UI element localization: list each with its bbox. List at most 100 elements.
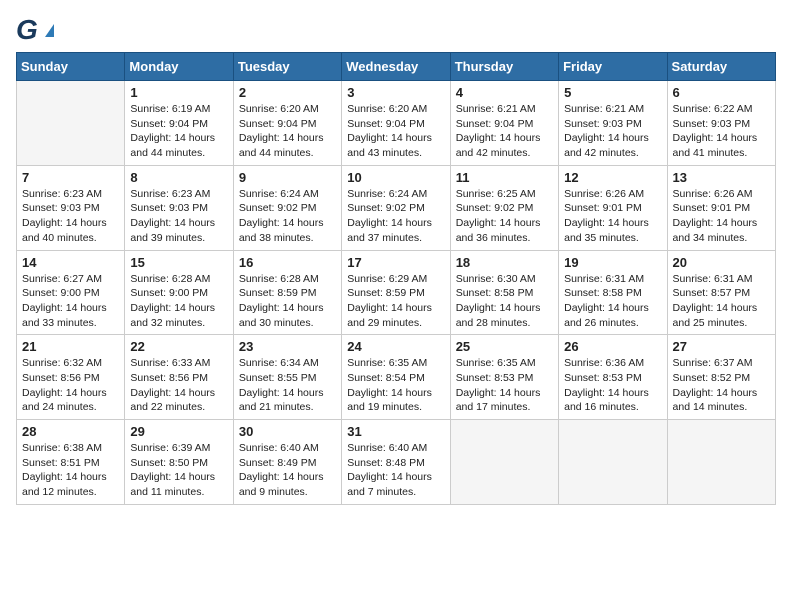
calendar-week-row: 1Sunrise: 6:19 AMSunset: 9:04 PMDaylight… <box>17 81 776 166</box>
day-number: 20 <box>673 255 770 270</box>
calendar-cell: 21Sunrise: 6:32 AMSunset: 8:56 PMDayligh… <box>17 335 125 420</box>
daylight-text: Daylight: 14 hours and 44 minutes. <box>130 131 227 160</box>
sunset-text: Sunset: 9:02 PM <box>456 201 553 216</box>
sunset-text: Sunset: 8:55 PM <box>239 371 336 386</box>
sunset-text: Sunset: 9:03 PM <box>673 117 770 132</box>
calendar-cell <box>667 420 775 505</box>
logo-g-letter: G <box>16 16 38 44</box>
sunrise-text: Sunrise: 6:28 AM <box>130 272 227 287</box>
day-number: 14 <box>22 255 119 270</box>
calendar-cell: 3Sunrise: 6:20 AMSunset: 9:04 PMDaylight… <box>342 81 450 166</box>
day-number: 19 <box>564 255 661 270</box>
daylight-text: Daylight: 14 hours and 21 minutes. <box>239 386 336 415</box>
sunrise-text: Sunrise: 6:20 AM <box>239 102 336 117</box>
calendar-cell: 14Sunrise: 6:27 AMSunset: 9:00 PMDayligh… <box>17 250 125 335</box>
calendar-cell: 23Sunrise: 6:34 AMSunset: 8:55 PMDayligh… <box>233 335 341 420</box>
day-number: 29 <box>130 424 227 439</box>
sunset-text: Sunset: 9:03 PM <box>564 117 661 132</box>
sunrise-text: Sunrise: 6:35 AM <box>456 356 553 371</box>
column-header-thursday: Thursday <box>450 53 558 81</box>
sunset-text: Sunset: 8:58 PM <box>564 286 661 301</box>
sunrise-text: Sunrise: 6:40 AM <box>347 441 444 456</box>
daylight-text: Daylight: 14 hours and 32 minutes. <box>130 301 227 330</box>
daylight-text: Daylight: 14 hours and 12 minutes. <box>22 470 119 499</box>
calendar-week-row: 28Sunrise: 6:38 AMSunset: 8:51 PMDayligh… <box>17 420 776 505</box>
daylight-text: Daylight: 14 hours and 43 minutes. <box>347 131 444 160</box>
sunset-text: Sunset: 8:51 PM <box>22 456 119 471</box>
calendar-cell: 15Sunrise: 6:28 AMSunset: 9:00 PMDayligh… <box>125 250 233 335</box>
daylight-text: Daylight: 14 hours and 28 minutes. <box>456 301 553 330</box>
sunrise-text: Sunrise: 6:29 AM <box>347 272 444 287</box>
column-header-friday: Friday <box>559 53 667 81</box>
sunset-text: Sunset: 8:50 PM <box>130 456 227 471</box>
daylight-text: Daylight: 14 hours and 17 minutes. <box>456 386 553 415</box>
sunset-text: Sunset: 8:54 PM <box>347 371 444 386</box>
sunrise-text: Sunrise: 6:24 AM <box>239 187 336 202</box>
sunset-text: Sunset: 9:03 PM <box>130 201 227 216</box>
sunrise-text: Sunrise: 6:26 AM <box>673 187 770 202</box>
calendar-cell: 22Sunrise: 6:33 AMSunset: 8:56 PMDayligh… <box>125 335 233 420</box>
day-number: 16 <box>239 255 336 270</box>
calendar-cell: 31Sunrise: 6:40 AMSunset: 8:48 PMDayligh… <box>342 420 450 505</box>
sunrise-text: Sunrise: 6:35 AM <box>347 356 444 371</box>
day-number: 22 <box>130 339 227 354</box>
daylight-text: Daylight: 14 hours and 11 minutes. <box>130 470 227 499</box>
sunset-text: Sunset: 9:04 PM <box>130 117 227 132</box>
daylight-text: Daylight: 14 hours and 41 minutes. <box>673 131 770 160</box>
day-number: 4 <box>456 85 553 100</box>
day-number: 27 <box>673 339 770 354</box>
sunset-text: Sunset: 8:58 PM <box>456 286 553 301</box>
daylight-text: Daylight: 14 hours and 35 minutes. <box>564 216 661 245</box>
sunrise-text: Sunrise: 6:23 AM <box>22 187 119 202</box>
daylight-text: Daylight: 14 hours and 36 minutes. <box>456 216 553 245</box>
calendar-cell <box>17 81 125 166</box>
calendar-cell: 19Sunrise: 6:31 AMSunset: 8:58 PMDayligh… <box>559 250 667 335</box>
daylight-text: Daylight: 14 hours and 30 minutes. <box>239 301 336 330</box>
calendar-cell: 6Sunrise: 6:22 AMSunset: 9:03 PMDaylight… <box>667 81 775 166</box>
sunrise-text: Sunrise: 6:34 AM <box>239 356 336 371</box>
calendar-cell: 26Sunrise: 6:36 AMSunset: 8:53 PMDayligh… <box>559 335 667 420</box>
calendar-cell: 29Sunrise: 6:39 AMSunset: 8:50 PMDayligh… <box>125 420 233 505</box>
calendar-cell: 28Sunrise: 6:38 AMSunset: 8:51 PMDayligh… <box>17 420 125 505</box>
day-number: 10 <box>347 170 444 185</box>
daylight-text: Daylight: 14 hours and 9 minutes. <box>239 470 336 499</box>
day-number: 30 <box>239 424 336 439</box>
sunrise-text: Sunrise: 6:20 AM <box>347 102 444 117</box>
daylight-text: Daylight: 14 hours and 40 minutes. <box>22 216 119 245</box>
day-number: 9 <box>239 170 336 185</box>
calendar-cell: 20Sunrise: 6:31 AMSunset: 8:57 PMDayligh… <box>667 250 775 335</box>
sunrise-text: Sunrise: 6:37 AM <box>673 356 770 371</box>
daylight-text: Daylight: 14 hours and 42 minutes. <box>456 131 553 160</box>
column-header-monday: Monday <box>125 53 233 81</box>
calendar-cell: 8Sunrise: 6:23 AMSunset: 9:03 PMDaylight… <box>125 165 233 250</box>
sunrise-text: Sunrise: 6:28 AM <box>239 272 336 287</box>
day-number: 21 <box>22 339 119 354</box>
daylight-text: Daylight: 14 hours and 7 minutes. <box>347 470 444 499</box>
sunrise-text: Sunrise: 6:23 AM <box>130 187 227 202</box>
sunset-text: Sunset: 9:01 PM <box>564 201 661 216</box>
daylight-text: Daylight: 14 hours and 29 minutes. <box>347 301 444 330</box>
sunset-text: Sunset: 8:57 PM <box>673 286 770 301</box>
day-number: 26 <box>564 339 661 354</box>
daylight-text: Daylight: 14 hours and 24 minutes. <box>22 386 119 415</box>
logo: G <box>16 16 54 44</box>
daylight-text: Daylight: 14 hours and 19 minutes. <box>347 386 444 415</box>
sunset-text: Sunset: 9:04 PM <box>347 117 444 132</box>
calendar-week-row: 21Sunrise: 6:32 AMSunset: 8:56 PMDayligh… <box>17 335 776 420</box>
day-number: 11 <box>456 170 553 185</box>
calendar-cell: 4Sunrise: 6:21 AMSunset: 9:04 PMDaylight… <box>450 81 558 166</box>
calendar-cell: 16Sunrise: 6:28 AMSunset: 8:59 PMDayligh… <box>233 250 341 335</box>
calendar-table: SundayMondayTuesdayWednesdayThursdayFrid… <box>16 52 776 505</box>
day-number: 6 <box>673 85 770 100</box>
calendar-cell <box>450 420 558 505</box>
daylight-text: Daylight: 14 hours and 42 minutes. <box>564 131 661 160</box>
daylight-text: Daylight: 14 hours and 37 minutes. <box>347 216 444 245</box>
calendar-cell: 5Sunrise: 6:21 AMSunset: 9:03 PMDaylight… <box>559 81 667 166</box>
daylight-text: Daylight: 14 hours and 44 minutes. <box>239 131 336 160</box>
calendar-header-row: SundayMondayTuesdayWednesdayThursdayFrid… <box>17 53 776 81</box>
sunset-text: Sunset: 9:04 PM <box>456 117 553 132</box>
sunset-text: Sunset: 9:02 PM <box>347 201 444 216</box>
calendar-cell: 13Sunrise: 6:26 AMSunset: 9:01 PMDayligh… <box>667 165 775 250</box>
daylight-text: Daylight: 14 hours and 16 minutes. <box>564 386 661 415</box>
sunset-text: Sunset: 8:49 PM <box>239 456 336 471</box>
